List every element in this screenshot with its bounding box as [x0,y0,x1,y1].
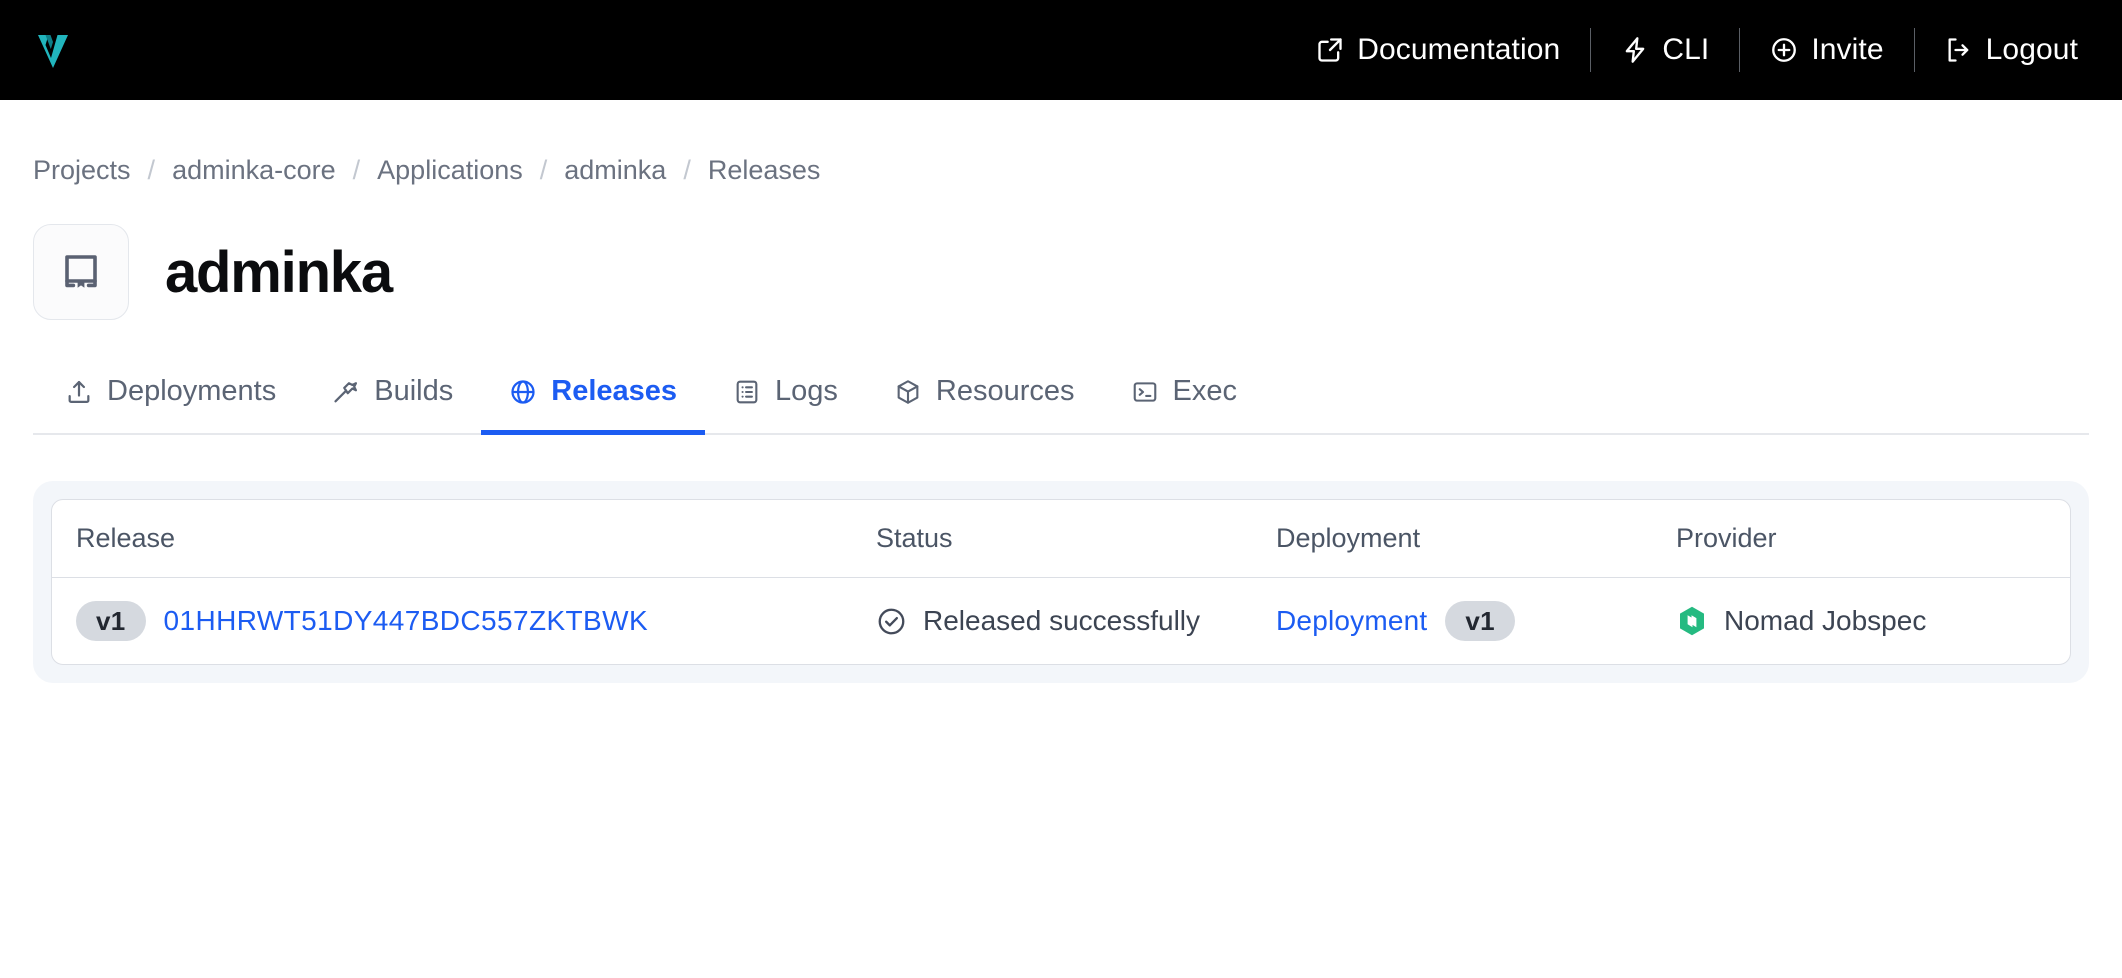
breadcrumb-item-releases[interactable]: Releases [708,155,821,186]
tab-bar: Deployments Builds Releases [33,375,2089,435]
tab-label-releases: Releases [551,375,677,408]
breadcrumb-separator: / [666,155,708,186]
plus-circle-icon [1770,36,1798,64]
tab-exec[interactable]: Exec [1103,375,1265,435]
tab-label-resources: Resources [936,375,1075,408]
breadcrumb-separator: / [336,155,378,186]
list-icon [733,378,761,406]
column-header-deployment: Deployment [1252,523,1652,554]
nav-label-invite: Invite [1811,33,1883,67]
breadcrumb-separator: / [131,155,173,186]
check-circle-icon [876,606,907,637]
manual-book-icon [33,224,129,320]
sign-out-icon [1945,36,1973,64]
cell-deployment: Deployment v1 [1252,601,1652,641]
lightning-terminal-icon [1621,36,1649,64]
release-version-badge: v1 [76,601,146,641]
releases-table: Release Status Deployment Provider v1 01… [51,499,2071,665]
tab-deployments[interactable]: Deployments [33,375,304,435]
nav-item-logout[interactable]: Logout [1915,33,2078,67]
tab-resources[interactable]: Resources [866,375,1103,435]
cell-status: Released successfully [852,605,1252,637]
breadcrumb-item-projects[interactable]: Projects [33,155,131,186]
tab-releases[interactable]: Releases [481,375,705,435]
table-header-row: Release Status Deployment Provider [52,500,2070,578]
application-header: adminka [0,186,2122,320]
globe-icon [509,378,537,406]
breadcrumb-item-applications[interactable]: Applications [377,155,523,186]
tab-label-builds: Builds [374,375,453,408]
cube-icon [894,378,922,406]
column-header-status: Status [852,523,1252,554]
page-title: adminka [165,239,392,306]
tab-logs[interactable]: Logs [705,375,866,435]
hammer-icon [332,378,360,406]
cell-provider: Nomad Jobspec [1652,605,2070,637]
waypoint-logo[interactable] [30,27,76,73]
column-header-provider: Provider [1652,523,2070,554]
external-link-icon [1316,36,1344,64]
column-header-release: Release [52,523,852,554]
provider-label: Nomad Jobspec [1724,605,1926,637]
breadcrumb: Projects / adminka-core / Applications /… [0,100,2122,186]
cell-release: v1 01HHRWT51DY447BDC557ZKTBWK [52,601,852,641]
tab-builds[interactable]: Builds [304,375,481,435]
nomad-logo-icon [1676,605,1708,637]
nav-item-invite[interactable]: Invite [1740,33,1913,67]
deployment-link[interactable]: Deployment [1276,605,1427,637]
upload-icon [65,378,93,406]
tab-label-logs: Logs [775,375,838,408]
tab-label-exec: Exec [1173,375,1237,408]
breadcrumb-item-adminka-core[interactable]: adminka-core [172,155,336,186]
nav-right-group: Documentation CLI Invite [1286,0,2078,100]
top-navigation-bar: Documentation CLI Invite [0,0,2122,100]
deployment-version-badge: v1 [1445,601,1515,641]
tab-label-deployments: Deployments [107,375,276,408]
nav-label-cli: CLI [1662,33,1709,67]
releases-card: Release Status Deployment Provider v1 01… [33,481,2089,683]
nav-item-documentation[interactable]: Documentation [1286,33,1590,67]
nav-label-logout: Logout [1986,33,2078,67]
nav-item-cli[interactable]: CLI [1591,33,1739,67]
table-row[interactable]: v1 01HHRWT51DY447BDC557ZKTBWK Released s… [52,578,2070,664]
status-badge: Released successfully [923,605,1200,637]
terminal-icon [1131,378,1159,406]
nav-label-documentation: Documentation [1357,33,1560,67]
release-id-link[interactable]: 01HHRWT51DY447BDC557ZKTBWK [164,605,649,637]
breadcrumb-item-adminka[interactable]: adminka [564,155,666,186]
breadcrumb-separator: / [523,155,565,186]
